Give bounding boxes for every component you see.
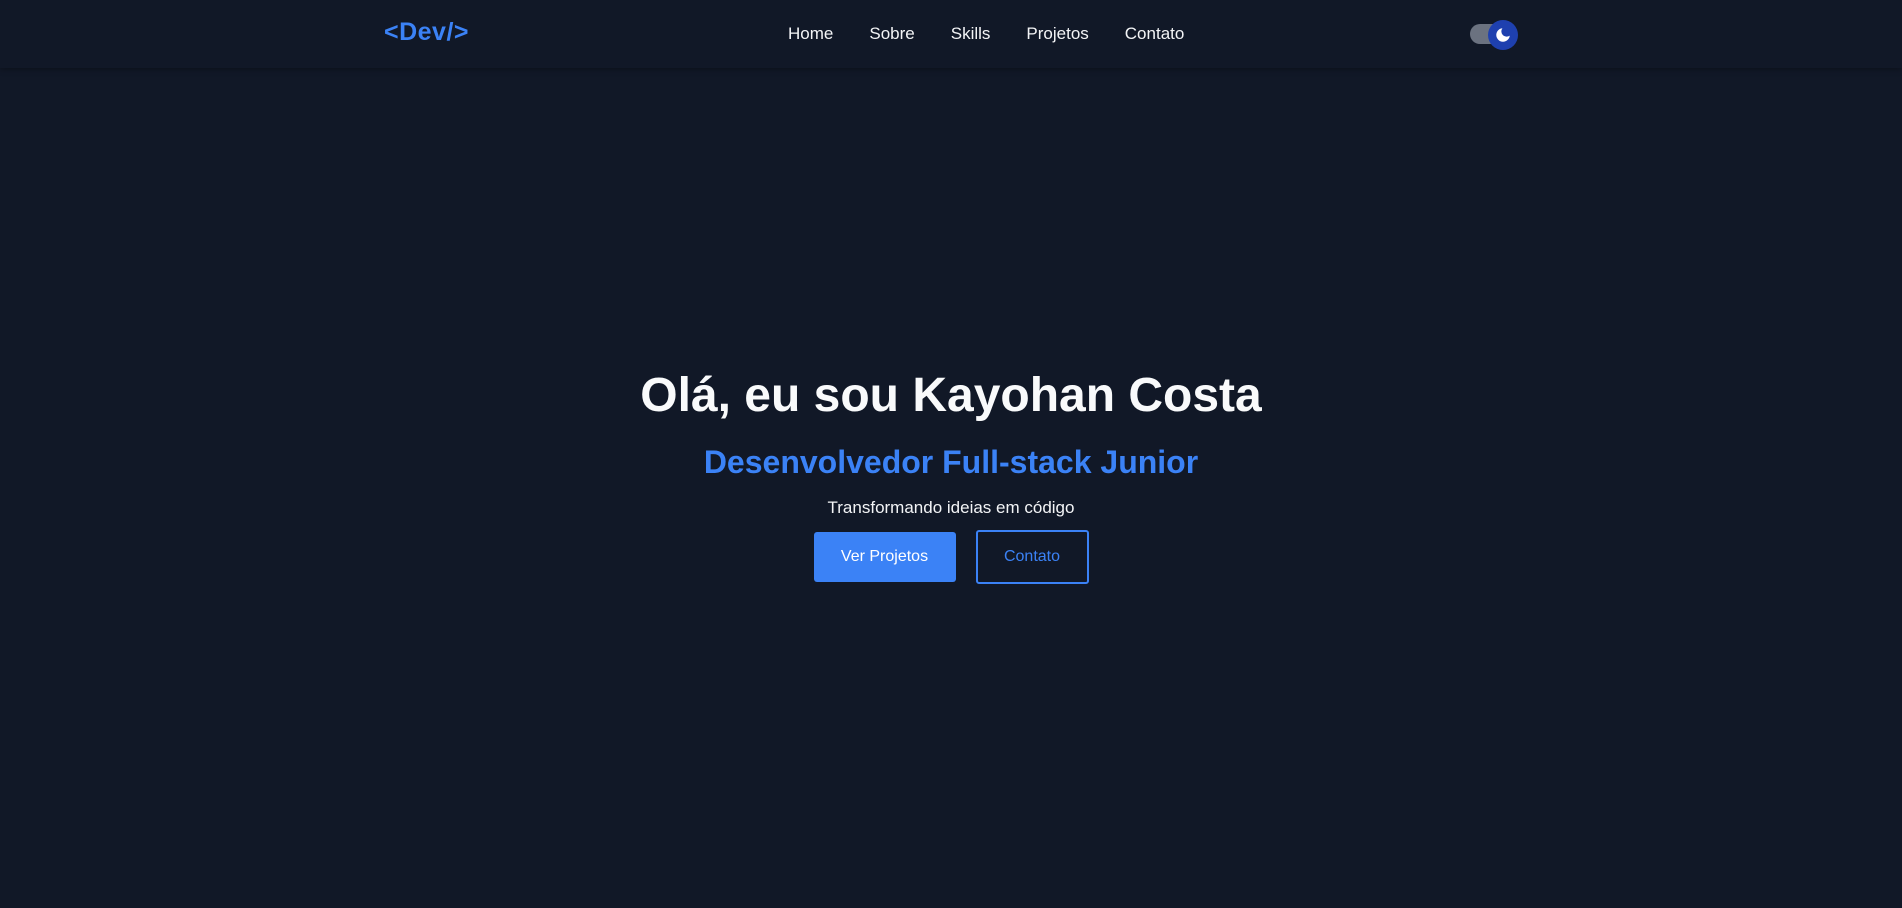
hero-title: Olá, eu sou Kayohan Costa: [640, 369, 1262, 422]
theme-toggle-knob: [1488, 20, 1518, 50]
logo-link[interactable]: <Dev/>: [384, 18, 469, 47]
hero-subtitle: Desenvolvedor Full-stack Junior: [703, 444, 1199, 480]
theme-toggle[interactable]: [1470, 20, 1518, 50]
nav-link-contato[interactable]: Contato: [1125, 24, 1185, 44]
nav-link-home[interactable]: Home: [788, 24, 833, 44]
nav-link-skills[interactable]: Skills: [951, 24, 991, 44]
moon-icon: [1496, 28, 1510, 42]
contact-button[interactable]: Contato: [975, 530, 1089, 584]
main-nav: Home Sobre Skills Projetos Contato: [788, 24, 1184, 44]
nav-link-sobre[interactable]: Sobre: [869, 24, 914, 44]
hero-section: Olá, eu sou Kayohan Costa Desenvolvedor …: [0, 360, 1902, 584]
hero-tagline: Transformando ideias em código: [827, 498, 1075, 517]
hero-buttons: Ver Projetos Contato: [0, 530, 1902, 584]
navbar: <Dev/> Home Sobre Skills Projetos Contat…: [0, 0, 1902, 68]
view-projects-button[interactable]: Ver Projetos: [813, 532, 956, 582]
nav-link-projetos[interactable]: Projetos: [1026, 24, 1088, 44]
